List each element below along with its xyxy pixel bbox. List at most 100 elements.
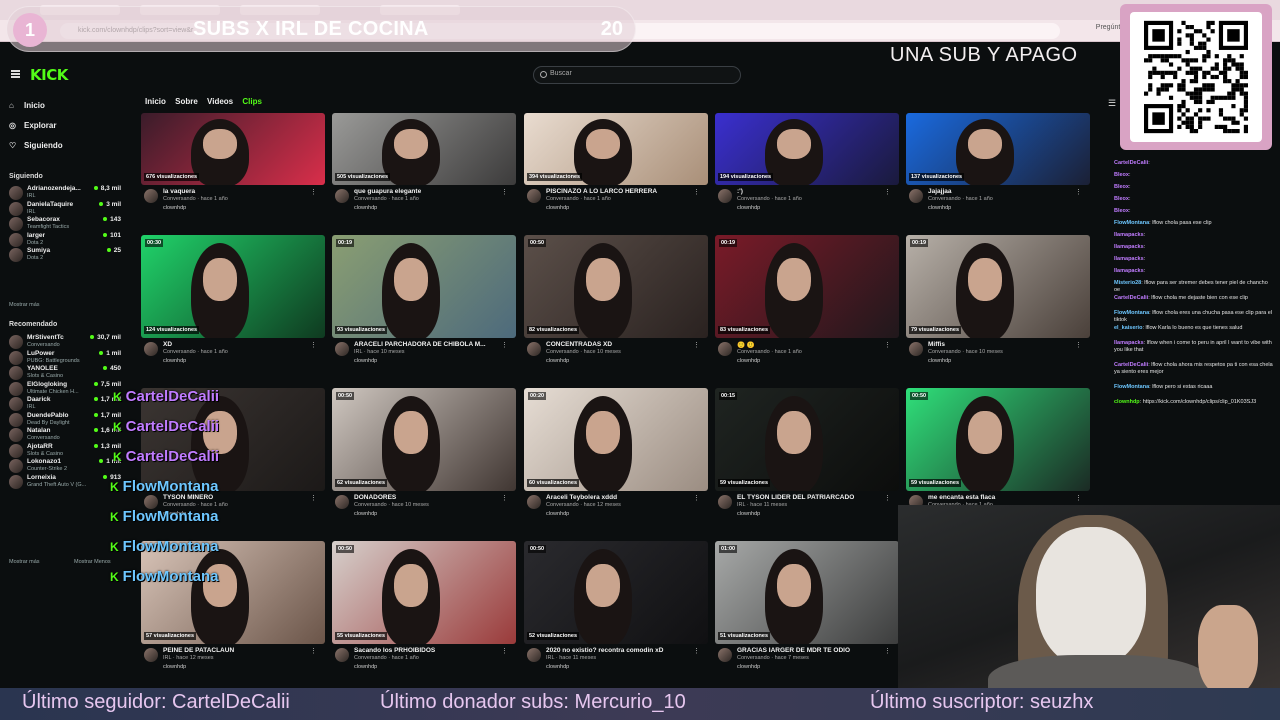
sidebar-channel-9[interactable]: Lorneixia Grand Theft Auto V (G... 913 (9, 473, 121, 495)
chat-username[interactable]: Misterio28 (1114, 280, 1141, 286)
clip-thumbnail[interactable]: 00:19 93 visualizaciones (332, 235, 516, 338)
clip-title[interactable]: :') (737, 188, 887, 195)
clip-thumbnail[interactable]: 00:20 60 visualizaciones (524, 388, 708, 491)
clip-title[interactable]: PEINE DE PATACLAUN (163, 647, 313, 654)
clip-channel[interactable]: clownhdp (354, 205, 377, 211)
clip-card[interactable]: 137 visualizaciones Jajajjaa Conversando ·… (906, 113, 1090, 211)
clip-thumbnail[interactable]: 00:50 82 visualizaciones (524, 235, 708, 338)
more-options-icon[interactable]: ⋮ (884, 341, 891, 349)
avatar[interactable] (718, 189, 732, 203)
more-options-icon[interactable]: ⋮ (884, 494, 891, 502)
clip-channel[interactable]: clownhdp (928, 205, 951, 211)
clip-title[interactable]: XD (163, 341, 313, 348)
avatar[interactable] (527, 342, 541, 356)
chat-username[interactable]: Ilamapacks (1114, 232, 1144, 238)
clip-title[interactable]: TYSON MINERO (163, 494, 313, 501)
more-options-icon[interactable]: ⋮ (884, 647, 891, 655)
chat-username[interactable]: clownhdp (1114, 399, 1140, 405)
clip-thumbnail[interactable]: 00:50 55 visualizaciones (332, 541, 516, 644)
clip-title[interactable]: me encanta esta flaca (928, 494, 1078, 501)
clip-thumbnail[interactable]: 00:50 59 visualizaciones (906, 388, 1090, 491)
clip-title[interactable]: la vaquera (163, 188, 313, 195)
avatar[interactable] (527, 648, 541, 662)
clip-channel[interactable]: clownhdp (163, 205, 186, 211)
clip-thumbnail[interactable]: 00:19 79 visualizaciones (906, 235, 1090, 338)
tab-videos[interactable]: Videos (207, 97, 233, 106)
clip-title[interactable]: Miffis (928, 341, 1078, 348)
clip-channel[interactable]: clownhdp (737, 358, 760, 364)
chat-username[interactable]: FlowMontana (1114, 310, 1149, 316)
clip-title[interactable]: 2020 no existio? recontra comodin xD (546, 647, 696, 654)
avatar[interactable] (909, 189, 923, 203)
clip-card[interactable]: 00:50 82 visualizaciones CONCENTRADAS XD Co… (524, 235, 708, 364)
clip-channel[interactable]: clownhdp (737, 205, 760, 211)
more-options-icon[interactable]: ⋮ (501, 188, 508, 196)
clip-channel[interactable]: clownhdp (163, 358, 186, 364)
more-options-icon[interactable]: ⋮ (501, 647, 508, 655)
avatar[interactable] (335, 495, 349, 509)
clip-title[interactable]: GRACIAS IARGER DE MDR TE ODIO (737, 647, 887, 654)
more-options-icon[interactable]: ⋮ (1075, 188, 1082, 196)
nav-home[interactable]: ⌂ Inicio (9, 101, 45, 110)
chat-username[interactable]: CartelDeCalii (1114, 160, 1148, 166)
more-options-icon[interactable]: ⋮ (693, 494, 700, 502)
clip-channel[interactable]: clownhdp (928, 358, 951, 364)
clip-thumbnail[interactable]: 394 visualizaciones (524, 113, 708, 185)
clip-thumbnail[interactable]: 00:19 83 visualizaciones (715, 235, 899, 338)
clip-title[interactable]: EL TYSON LIDER DEL PATRIARCADO (737, 494, 887, 501)
nav-following[interactable]: ♡ Siguiendo (9, 141, 63, 150)
clip-channel[interactable]: clownhdp (163, 664, 186, 670)
more-options-icon[interactable]: ⋮ (693, 341, 700, 349)
clip-card[interactable]: 00:50 52 visualizaciones 2020 no existio? … (524, 541, 708, 670)
more-options-icon[interactable]: ⋮ (310, 188, 317, 196)
clip-title[interactable]: Jajajjaa (928, 188, 1078, 195)
show-more-link-2[interactable]: Mostrar más (9, 559, 40, 565)
clip-thumbnail[interactable]: 137 visualizaciones (906, 113, 1090, 185)
avatar[interactable] (527, 189, 541, 203)
chat-username[interactable]: CartelDeCalii (1114, 362, 1148, 368)
more-options-icon[interactable]: ⋮ (310, 341, 317, 349)
clip-channel[interactable]: clownhdp (354, 511, 377, 517)
clip-thumbnail[interactable]: 505 visualizaciones (332, 113, 516, 185)
show-less-link[interactable]: Mostrar Menos (74, 559, 111, 565)
clip-card[interactable]: 00:19 83 visualizaciones 🙂 🙂 Conversando · … (715, 235, 899, 364)
chat-username[interactable]: Bleox (1114, 184, 1129, 190)
clip-title[interactable]: que guapura elegante (354, 188, 504, 195)
clip-card[interactable]: 57 visualizaciones PEINE DE PATACLAUN IRL … (141, 541, 325, 670)
clip-title[interactable]: PISCINAZO A LO LARCO HERRERA (546, 188, 696, 195)
chat-username[interactable]: CartelDeCalii (1114, 295, 1148, 301)
clip-title[interactable]: ARACELI PARCHADORA DE CHIBOLA M... (354, 341, 504, 348)
clip-thumbnail[interactable]: 01:00 51 visualizaciones (715, 541, 899, 644)
clip-card[interactable]: 676 visualizaciones la vaquera Conversando… (141, 113, 325, 211)
chat-username[interactable]: Ilamapacks (1114, 268, 1144, 274)
clip-card[interactable]: 00:15 59 visualizaciones EL TYSON LIDER DE… (715, 388, 899, 517)
clip-thumbnail[interactable]: 194 visualizaciones (715, 113, 899, 185)
more-options-icon[interactable]: ⋮ (693, 647, 700, 655)
show-more-link[interactable]: Mostrar más (9, 302, 40, 308)
clip-card[interactable]: 01:00 51 visualizaciones GRACIAS IARGER DE… (715, 541, 899, 670)
more-options-icon[interactable]: ⋮ (884, 188, 891, 196)
collapse-chat-icon[interactable]: ☰ (1108, 98, 1116, 109)
more-options-icon[interactable]: ⋮ (1075, 494, 1082, 502)
chat-username[interactable]: Ilamapacks (1114, 256, 1144, 262)
clip-channel[interactable]: clownhdp (546, 358, 569, 364)
more-options-icon[interactable]: ⋮ (693, 188, 700, 196)
more-options-icon[interactable]: ⋮ (310, 647, 317, 655)
clip-title[interactable]: 🙂 🙂 (737, 341, 887, 349)
clip-card[interactable]: 00:50 59 visualizaciones me encanta esta f… (906, 388, 1090, 517)
clip-channel[interactable]: clownhdp (546, 511, 569, 517)
avatar[interactable] (718, 495, 732, 509)
clip-thumbnail[interactable]: 00:30 124 visualizaciones (141, 235, 325, 338)
avatar[interactable] (718, 342, 732, 356)
clip-card[interactable]: 194 visualizaciones:') Conversando · hace… (715, 113, 899, 211)
clip-channel[interactable]: clownhdp (546, 664, 569, 670)
chat-username[interactable]: FlowMontana (1114, 384, 1149, 390)
avatar[interactable] (144, 342, 158, 356)
avatar[interactable] (335, 342, 349, 356)
avatar[interactable] (718, 648, 732, 662)
clip-channel[interactable]: clownhdp (546, 205, 569, 211)
more-options-icon[interactable]: ⋮ (310, 494, 317, 502)
avatar[interactable] (909, 342, 923, 356)
chat-username[interactable]: FlowMontana (1114, 220, 1149, 226)
clip-thumbnail[interactable]: 676 visualizaciones (141, 113, 325, 185)
